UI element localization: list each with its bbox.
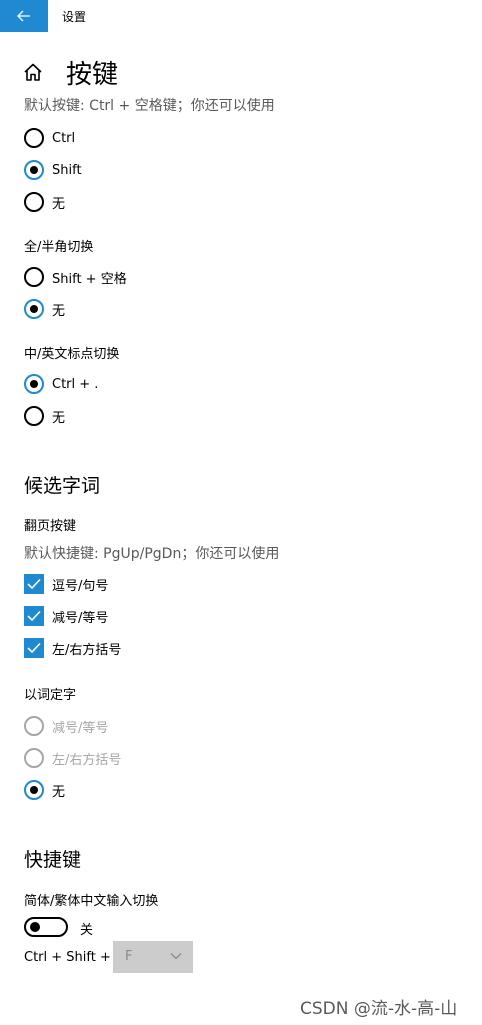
- radio-label: 左/右方括号: [52, 752, 122, 768]
- watermark: CSDN @流-水-高-山: [300, 999, 458, 1019]
- back-button[interactable]: [0, 0, 48, 32]
- radio-label: Shift + 空格: [52, 271, 127, 287]
- radio-label: 减号/等号: [52, 720, 109, 736]
- radio-option-none[interactable]: 无: [24, 191, 65, 213]
- radio-option-minus-equals-disabled: 减号/等号: [24, 715, 108, 737]
- radio-button-disabled: [24, 748, 44, 768]
- checkbox-option-brackets[interactable]: 左/右方括号: [24, 637, 121, 659]
- full-half-width-label: 全/半角切换: [24, 240, 94, 255]
- checkbox-label: 左/右方括号: [52, 642, 122, 658]
- radio-label: 无: [52, 196, 66, 212]
- radio-option-none[interactable]: 无: [24, 405, 65, 427]
- paging-keys-label: 翻页按键: [24, 519, 77, 534]
- radio-option-brackets-disabled: 左/右方括号: [24, 747, 121, 769]
- radio-label: Ctrl + .: [52, 376, 99, 392]
- radio-button-selected[interactable]: [24, 160, 44, 180]
- radio-label: 无: [52, 303, 66, 319]
- radio-option-ctrl[interactable]: Ctrl: [24, 127, 75, 149]
- home-icon: [24, 63, 42, 81]
- radio-option-none[interactable]: 无: [24, 779, 65, 801]
- radio-button[interactable]: [24, 267, 44, 287]
- checkbox-label: 逗号/句号: [52, 578, 109, 594]
- radio-label: Shift: [52, 162, 82, 178]
- radio-option-ctrl-period[interactable]: Ctrl + .: [24, 373, 98, 395]
- radio-button-selected[interactable]: [24, 780, 44, 800]
- radio-label: 无: [52, 784, 66, 800]
- radio-option-none[interactable]: 无: [24, 298, 65, 320]
- shortcut-prefix-label: Ctrl + Shift +: [24, 950, 111, 965]
- toggle-knob: [30, 922, 40, 932]
- word-select-label: 以词定字: [24, 688, 77, 703]
- radio-option-shift[interactable]: Shift: [24, 159, 82, 181]
- checkbox-option-minus-equals[interactable]: 减号/等号: [24, 605, 108, 627]
- toggle-state-label: 关: [80, 923, 94, 938]
- checkbox-option-comma-period[interactable]: 逗号/句号: [24, 573, 108, 595]
- checkmark-icon: [27, 642, 41, 654]
- checkbox-checked[interactable]: [24, 606, 44, 626]
- window-title: 设置: [62, 10, 87, 24]
- checkmark-icon: [27, 578, 41, 590]
- radio-button[interactable]: [24, 406, 44, 426]
- checkbox-label: 减号/等号: [52, 610, 109, 626]
- chevron-down-icon: [170, 953, 182, 960]
- candidates-section-title: 候选字词: [24, 475, 101, 497]
- checkbox-checked[interactable]: [24, 574, 44, 594]
- shortcuts-section-title: 快捷键: [24, 849, 82, 871]
- dropdown-value: F: [125, 949, 133, 964]
- radio-button-selected[interactable]: [24, 374, 44, 394]
- punctuation-switch-label: 中/英文标点切换: [24, 347, 120, 362]
- radio-button-disabled: [24, 716, 44, 736]
- radio-button[interactable]: [24, 128, 44, 148]
- radio-label: Ctrl: [52, 130, 76, 146]
- page-description: 默认按键: Ctrl + 空格键；你还可以使用: [24, 98, 275, 114]
- radio-option-shift-space[interactable]: Shift + 空格: [24, 266, 127, 288]
- checkmark-icon: [27, 610, 41, 622]
- radio-button-selected[interactable]: [24, 299, 44, 319]
- simplified-traditional-toggle[interactable]: [24, 917, 68, 937]
- radio-button[interactable]: [24, 192, 44, 212]
- arrow-left-icon: [17, 10, 30, 22]
- simplified-traditional-label: 简体/繁体中文输入切换: [24, 894, 159, 909]
- checkbox-checked[interactable]: [24, 638, 44, 658]
- shortcut-key-dropdown[interactable]: F: [113, 941, 193, 973]
- page-title: 按键: [66, 60, 119, 90]
- radio-label: 无: [52, 410, 66, 426]
- title-bar: 设置: [0, 0, 482, 32]
- paging-keys-description: 默认快捷键: PgUp/PgDn；你还可以使用: [24, 546, 280, 562]
